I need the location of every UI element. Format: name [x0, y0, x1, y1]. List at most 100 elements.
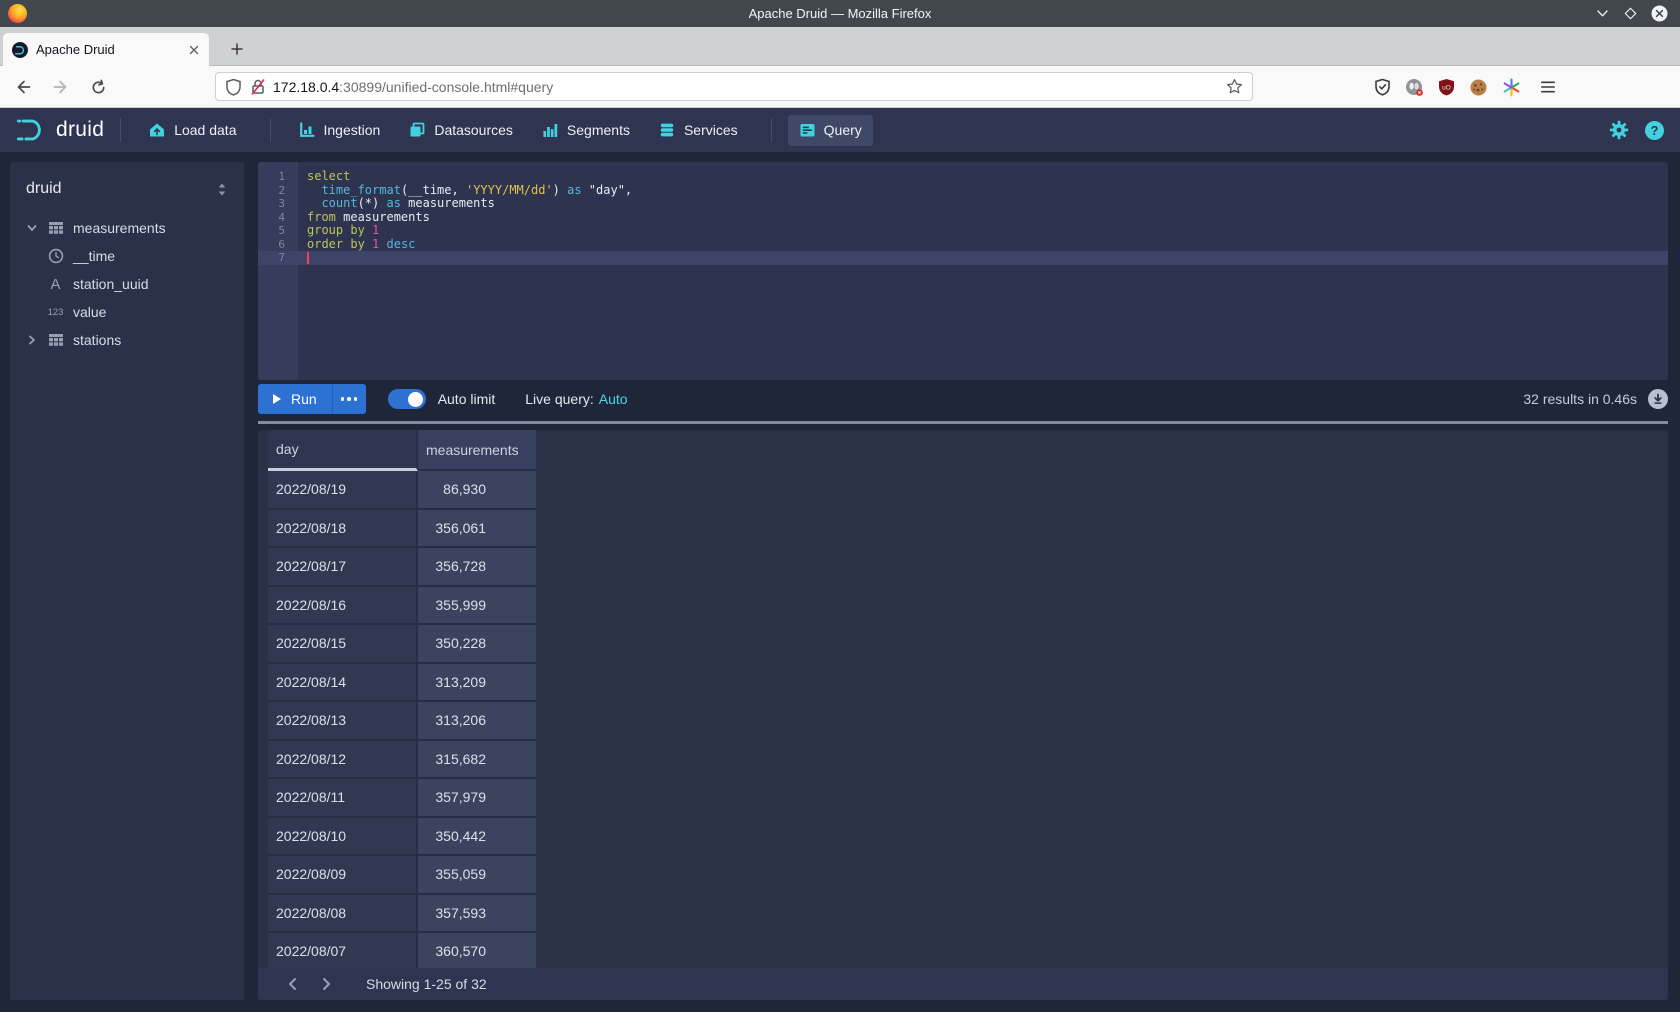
double-caret-icon[interactable] [216, 182, 228, 197]
tree-item-measurements[interactable]: measurements [10, 214, 244, 242]
navbar-separator [270, 118, 271, 142]
lock-insecure-icon[interactable] [250, 78, 266, 96]
cell-measurements[interactable]: 355,999 [418, 587, 536, 626]
nav-item-query[interactable]: Query [788, 115, 873, 146]
column-header-measurements[interactable]: measurements [418, 430, 536, 471]
window-close-button[interactable] [1651, 5, 1668, 22]
table-row: 2022/08/11357,979 [258, 779, 1668, 818]
cell-day[interactable]: 2022/08/14 [268, 664, 418, 703]
code-text: select [298, 170, 350, 184]
cell-day[interactable]: 2022/08/10 [268, 818, 418, 857]
extension-snowflake-icon[interactable] [1502, 78, 1521, 97]
services-icon [658, 121, 676, 139]
sql-editor[interactable]: 1select2 time_format(__time, 'YYYY/MM/dd… [258, 162, 1668, 380]
chevron-right-icon[interactable] [26, 334, 38, 346]
schema-name[interactable]: druid [26, 180, 62, 198]
cell-measurements[interactable]: 360,570 [418, 933, 536, 968]
cell-day[interactable]: 2022/08/11 [268, 779, 418, 818]
cell-measurements[interactable]: 86,930 [418, 471, 536, 510]
shield-icon[interactable] [225, 78, 242, 96]
cell-measurements[interactable]: 313,206 [418, 702, 536, 741]
menu-hamburger-icon[interactable] [1540, 66, 1556, 108]
cell-day[interactable]: 2022/08/08 [268, 895, 418, 934]
page-next-icon[interactable] [318, 977, 334, 991]
cell-measurements[interactable]: 355,059 [418, 856, 536, 895]
download-icon[interactable] [1648, 389, 1668, 409]
tree-item-stations[interactable]: stations [10, 326, 244, 354]
url-bar[interactable]: 172.18.0.4:30899/unified-console.html#qu… [215, 72, 1253, 101]
run-button[interactable]: Run [258, 384, 332, 414]
new-tab-button[interactable] [224, 36, 250, 62]
cell-measurements[interactable]: 350,228 [418, 625, 536, 664]
settings-gear-icon[interactable] [1609, 120, 1629, 140]
editor-line-2[interactable]: 2 time_format(__time, 'YYYY/MM/dd') as "… [258, 184, 1668, 198]
extension-cookie-icon[interactable] [1469, 78, 1488, 97]
run-more-button[interactable] [332, 384, 366, 414]
extension-ublock-icon[interactable]: uO [1438, 78, 1455, 96]
druid-wordmark: druid [56, 118, 104, 142]
nav-item-ingestion[interactable]: Ingestion [287, 114, 392, 146]
time-column-icon [47, 248, 64, 264]
results-header-row: day measurements [258, 430, 1668, 471]
cell-day[interactable]: 2022/08/18 [268, 510, 418, 549]
cell-measurements[interactable]: 356,061 [418, 510, 536, 549]
cell-measurements[interactable]: 357,979 [418, 779, 536, 818]
tree-item--time[interactable]: __time [10, 242, 244, 270]
url-path: :30899/unified-console.html#query [339, 79, 553, 95]
editor-line-1[interactable]: 1select [258, 170, 1668, 184]
table-row: 2022/08/09355,059 [258, 856, 1668, 895]
nav-item-datasources[interactable]: Datasources [397, 114, 524, 146]
cell-measurements[interactable]: 315,682 [418, 741, 536, 780]
pane-resize-handle[interactable] [258, 421, 1668, 424]
cell-measurements[interactable]: 350,442 [418, 818, 536, 857]
reload-button[interactable] [90, 79, 107, 96]
editor-line-5[interactable]: 5group by 1 [258, 224, 1668, 238]
segments-icon [541, 121, 559, 139]
tab-apache-druid[interactable]: Apache Druid [2, 32, 210, 66]
cell-measurements[interactable]: 357,593 [418, 895, 536, 934]
tree-item-label: __time [73, 248, 115, 264]
cell-measurements[interactable]: 313,209 [418, 664, 536, 703]
line-number: 4 [258, 211, 298, 225]
bookmark-star-icon[interactable] [1226, 78, 1243, 95]
editor-line-4[interactable]: 4from measurements [258, 211, 1668, 225]
table-row: 2022/08/17356,728 [258, 548, 1668, 587]
code-text: order by 1 desc [298, 238, 415, 252]
tree-item-value[interactable]: 123value [10, 298, 244, 326]
forward-button[interactable] [52, 78, 70, 96]
druid-brand[interactable]: druid [16, 117, 104, 143]
cell-day[interactable]: 2022/08/19 [268, 471, 418, 510]
cell-day[interactable]: 2022/08/17 [268, 548, 418, 587]
editor-line-6[interactable]: 6order by 1 desc [258, 238, 1668, 252]
line-number: 3 [258, 197, 298, 211]
column-header-day[interactable]: day [268, 430, 418, 471]
editor-line-7[interactable]: 7 [258, 251, 1668, 265]
cell-day[interactable]: 2022/08/15 [268, 625, 418, 664]
chevron-down-icon[interactable] [26, 222, 38, 234]
cell-day[interactable]: 2022/08/13 [268, 702, 418, 741]
auto-limit-toggle[interactable] [388, 389, 426, 409]
extension-shield-check-icon[interactable] [1374, 78, 1391, 96]
cell-day[interactable]: 2022/08/16 [268, 587, 418, 626]
tab-close-icon[interactable] [188, 44, 200, 56]
window-minimize-button[interactable] [1595, 6, 1610, 21]
table-row: 2022/08/10350,442 [258, 818, 1668, 857]
tab-title: Apache Druid [36, 42, 188, 57]
page-previous-icon[interactable] [284, 977, 300, 991]
cell-day[interactable]: 2022/08/09 [268, 856, 418, 895]
datasources-icon [408, 121, 426, 139]
cell-measurements[interactable]: 356,728 [418, 548, 536, 587]
nav-item-services[interactable]: Services [647, 114, 749, 146]
cell-day[interactable]: 2022/08/07 [268, 933, 418, 968]
tree-item-station-uuid[interactable]: Astation_uuid [10, 270, 244, 298]
extension-multi-account-icon[interactable] [1405, 78, 1424, 97]
live-query-value[interactable]: Auto [599, 391, 628, 407]
nav-item-load-data[interactable]: Load data [137, 114, 247, 146]
table-icon [47, 333, 64, 347]
window-maximize-button[interactable] [1623, 6, 1638, 21]
help-icon[interactable]: ? [1645, 121, 1664, 140]
editor-line-3[interactable]: 3 count(*) as measurements [258, 197, 1668, 211]
cell-day[interactable]: 2022/08/12 [268, 741, 418, 780]
back-button[interactable] [14, 78, 32, 96]
nav-item-segments[interactable]: Segments [530, 114, 641, 146]
